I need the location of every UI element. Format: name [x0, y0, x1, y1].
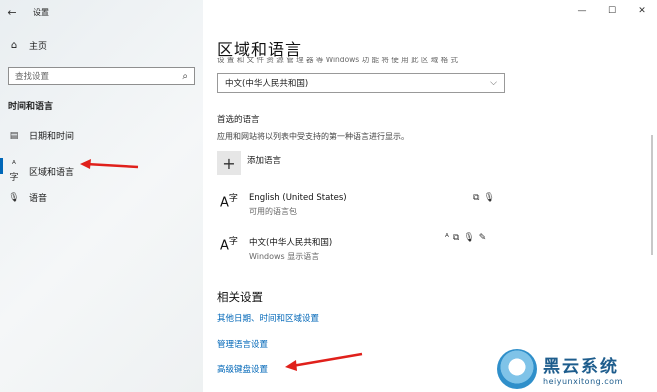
text-to-speech-icon: ᴬ [445, 233, 449, 243]
country-dropdown[interactable]: 中文(中华人民共和国) ⌵ [217, 73, 505, 93]
sidebar-item-label: 区域和语言 [29, 168, 75, 178]
language-icon: ᴬ字 [9, 160, 19, 183]
display-icon: ⧉ [473, 193, 480, 203]
display-icon: ⧉ [452, 233, 460, 243]
window-title: 设置 [33, 7, 49, 17]
add-language-button[interactable]: + 添加语言 [217, 151, 281, 175]
sidebar-item-speech[interactable]: 🎙 语音 [8, 191, 48, 205]
microphone-icon: 🎙 [483, 193, 495, 203]
language-item-chinese[interactable]: A字 中文(中华人民共和国) Windows 显示语言 [220, 236, 332, 262]
language-name: 中文(中华人民共和国) [249, 238, 333, 248]
language-icon: A字 [220, 237, 238, 254]
home-icon: ⌂ [10, 40, 18, 51]
home-link[interactable]: ⌂ 主页 [8, 39, 47, 52]
related-settings-title: 相关设置 [217, 290, 263, 304]
back-button[interactable]: ← [1, 1, 23, 23]
language-features: ᴬ ⧉ 🎙 ✎ [445, 233, 486, 243]
watermark: 黑云系统 heiyunxitong.com [497, 345, 657, 392]
sidebar: ← 设置 ⌂ 主页 查找设置 ⌕ 时间和语言 ▤ 日期和时间 ᴬ字 区域和语言 … [0, 0, 203, 392]
calendar-clock-icon: ▤ [9, 130, 19, 141]
brand-logo-icon [497, 348, 537, 389]
chevron-down-icon: ⌵ [490, 78, 497, 88]
sidebar-item-label: 语音 [29, 194, 48, 204]
link-advanced-keyboard[interactable]: 高级键盘设置 [217, 363, 268, 375]
language-name: English (United States) [249, 193, 347, 203]
search-icon[interactable]: ⌕ [182, 71, 188, 82]
link-other-date-time-region[interactable]: 其他日期、时间和区域设置 [217, 312, 319, 324]
region-format-note: 设 置 和 文 件 资 源 管 理 器 等 Windows 功 能 将 使 用 … [217, 57, 459, 64]
search-input[interactable]: 查找设置 ⌕ [8, 67, 195, 85]
handwriting-icon: ✎ [478, 233, 487, 243]
preferred-languages-description: 应用和网站将以列表中受支持的第一种语言进行显示。 [217, 132, 409, 141]
microphone-icon: 🎙 [463, 233, 475, 243]
sidebar-item-date-time[interactable]: ▤ 日期和时间 [8, 129, 75, 143]
search-placeholder: 查找设置 [15, 72, 50, 82]
section-title: 时间和语言 [8, 102, 54, 112]
plus-icon: + [217, 151, 241, 175]
annotation-arrow [285, 352, 363, 371]
microphone-icon: 🎙 [8, 192, 20, 203]
title-bar: ← 设置 [0, 0, 203, 24]
annotation-arrow [80, 159, 139, 169]
language-item-english[interactable]: A字 English (United States) 可用的语言包 [220, 193, 347, 217]
sidebar-item-label: 日期和时间 [29, 132, 75, 142]
language-features: ⧉ 🎙 [473, 193, 495, 203]
watermark-brand: 黑云系统 [543, 356, 619, 377]
preferred-languages-title: 首选的语言 [217, 115, 260, 125]
language-status: Windows 显示语言 [249, 252, 320, 261]
country-dropdown-value: 中文(中华人民共和国) [225, 79, 309, 89]
scrollbar[interactable] [651, 135, 653, 255]
add-language-label: 添加语言 [247, 156, 282, 166]
language-icon: A字 [220, 194, 238, 211]
sidebar-item-region-language[interactable]: ᴬ字 区域和语言 [0, 158, 75, 183]
link-manage-language[interactable]: 管理语言设置 [217, 338, 268, 350]
home-label: 主页 [29, 42, 48, 52]
main-content: 区域和语言 设 置 和 文 件 资 源 管 理 器 等 Windows 功 能 … [203, 0, 657, 392]
language-status: 可用的语言包 [249, 207, 297, 216]
watermark-url: heiyunxitong.com [543, 376, 623, 386]
